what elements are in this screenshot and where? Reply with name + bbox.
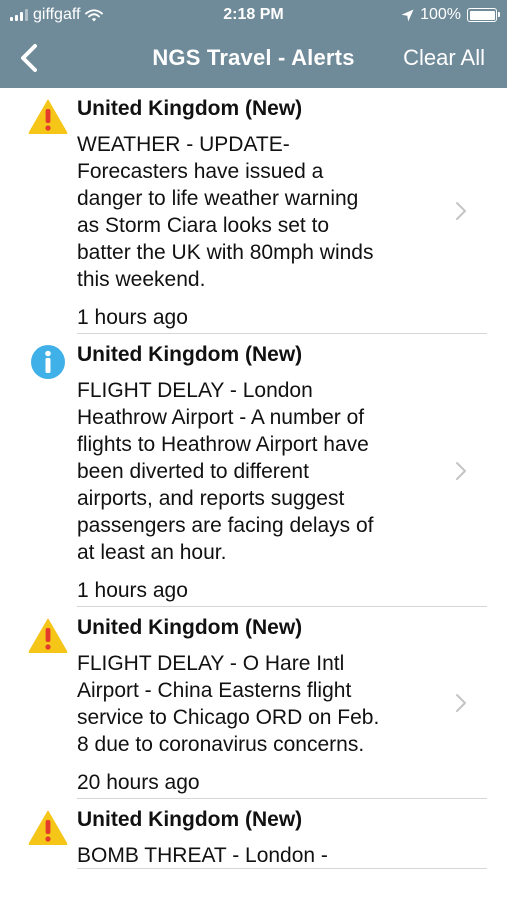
clear-all-button[interactable]: Clear All xyxy=(403,45,485,71)
alert-message-line: been diverted to different xyxy=(77,460,309,483)
info-icon xyxy=(31,345,65,379)
warning-icon xyxy=(28,99,68,134)
alert-message: WEATHER - UPDATE- Forecasters have issued… xyxy=(77,131,437,293)
alert-timestamp: 20 hours ago xyxy=(77,771,200,794)
alert-message: FLIGHT DELAY - O Hare Intl Airport - Chin… xyxy=(77,650,437,758)
status-right: 100% xyxy=(401,6,500,24)
alert-message-line: batter the UK with 80mph winds xyxy=(77,241,374,264)
alert-message-line: Forecasters have issued a xyxy=(77,160,324,183)
alert-message-line: FLIGHT DELAY - London xyxy=(77,379,313,402)
alert-location: United Kingdom (New) xyxy=(77,616,303,639)
alert-row[interactable]: United Kingdom (New) FLIGHT DELAY - O Har… xyxy=(0,607,507,799)
status-bar: giffgaff 2:18 PM 100% xyxy=(0,0,507,30)
header: giffgaff 2:18 PM 100% NGS Travel - Alert… xyxy=(0,0,507,88)
alert-row[interactable]: United Kingdom (New) WEATHER - UPDATE- For… xyxy=(0,88,507,334)
alert-message-line: as Storm Ciara looks set to xyxy=(77,214,330,237)
alert-message-line: airports, and reports suggest xyxy=(77,487,345,510)
battery-icon xyxy=(467,8,500,22)
alert-message-line: BOMB THREAT - London - xyxy=(77,844,328,867)
chevron-right-icon xyxy=(456,202,466,220)
battery-percent: 100% xyxy=(420,6,461,23)
alert-message-line: danger to life weather warning xyxy=(77,187,359,210)
warning-icon xyxy=(28,618,68,653)
alert-timestamp: 1 hours ago xyxy=(77,306,188,329)
alert-message: FLIGHT DELAY - London Heathrow Airport - … xyxy=(77,377,437,566)
alert-message-line: Airport - China Easterns flight xyxy=(77,679,352,702)
alert-message-line: passengers are facing delays of xyxy=(77,514,374,537)
alert-message-line: Heathrow Airport - A number of xyxy=(77,406,365,429)
alert-message-line: WEATHER - UPDATE- xyxy=(77,133,290,156)
alert-message-line: this weekend. xyxy=(77,268,206,291)
alert-location: United Kingdom (New) xyxy=(77,343,303,366)
alert-row[interactable]: United Kingdom (New) BOMB THREAT - London… xyxy=(0,799,507,869)
alert-message-line: 8 due to coronavirus concerns. xyxy=(77,733,365,756)
warning-icon xyxy=(28,810,68,845)
alert-list: United Kingdom (New) WEATHER - UPDATE- For… xyxy=(0,88,507,869)
alert-message-line: flights to Heathrow Airport have xyxy=(77,433,369,456)
alert-message: BOMB THREAT - London - xyxy=(77,842,437,869)
chevron-right-icon xyxy=(456,461,466,480)
alert-message-line: service to Chicago ORD on Feb. xyxy=(77,706,380,729)
alert-timestamp: 1 hours ago xyxy=(77,579,188,602)
alert-location: United Kingdom (New) xyxy=(77,97,303,120)
alert-location: United Kingdom (New) xyxy=(77,808,303,831)
location-arrow-icon xyxy=(401,9,414,21)
chevron-right-icon xyxy=(456,694,466,712)
alert-row[interactable]: United Kingdom (New) FLIGHT DELAY - Londo… xyxy=(0,334,507,607)
alert-message-line: FLIGHT DELAY - O Hare Intl xyxy=(77,652,345,675)
battery-fill xyxy=(469,10,495,20)
nav-bar: NGS Travel - Alerts Clear All xyxy=(0,30,507,86)
alert-message-line: at least an hour. xyxy=(77,541,227,564)
